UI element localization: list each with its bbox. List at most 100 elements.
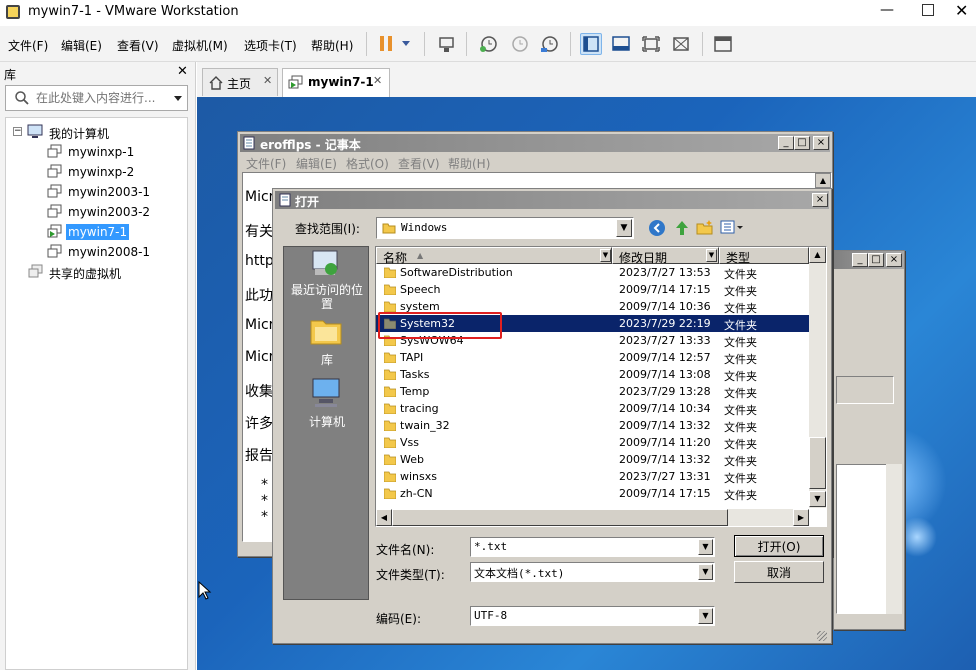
scrollbar-up-button[interactable]: ▲ <box>815 173 831 188</box>
minimize-button[interactable]: _ <box>852 253 868 267</box>
maximize-button[interactable]: □ <box>794 136 810 150</box>
place-label: 库 <box>320 353 333 367</box>
back-icon[interactable] <box>648 219 666 237</box>
chevron-down-icon[interactable] <box>402 41 410 46</box>
vertical-scrollbar[interactable]: ▲ ▼ <box>809 247 826 508</box>
scroll-down-button[interactable]: ▼ <box>809 491 826 507</box>
filetype-combobox[interactable]: 文本文档(*.txt) ▼ <box>470 562 715 582</box>
revert-snapshot-icon[interactable] <box>508 33 530 55</box>
tree-shared-label: 共享的虚拟机 <box>49 267 122 281</box>
tree-vm-item[interactable]: mywinxp-1 <box>6 142 186 162</box>
close-button[interactable]: × <box>812 193 828 207</box>
file-row[interactable]: zh-CN 2009/7/14 17:15 文件夹 <box>376 485 809 502</box>
scrollbar[interactable] <box>886 464 902 614</box>
menu-vm[interactable]: 虚拟机(M) <box>172 37 228 54</box>
notepad-menu-edit[interactable]: 编辑(E) <box>296 155 337 172</box>
menu-help[interactable]: 帮助(H) <box>311 37 353 54</box>
file-row[interactable]: Speech 2009/7/14 17:15 文件夹 <box>376 281 809 298</box>
maximize-button[interactable]: □ <box>868 253 884 267</box>
file-row[interactable]: twain_32 2009/7/14 13:32 文件夹 <box>376 417 809 434</box>
file-type: 文件夹 <box>724 404 757 417</box>
minimize-button[interactable]: — <box>876 2 898 22</box>
chevron-down-icon[interactable]: ▼ <box>616 219 632 237</box>
chevron-down-icon[interactable] <box>174 96 182 101</box>
file-row[interactable]: winsxs 2023/7/27 13:31 文件夹 <box>376 468 809 485</box>
tab-close-icon[interactable]: ✕ <box>263 74 272 87</box>
notepad-menu-file[interactable]: 文件(F) <box>246 155 286 172</box>
tree-root-my-computer[interactable]: − 我的计算机 <box>6 122 186 142</box>
tab-mywin7-1[interactable]: mywin7-1 ✕ <box>282 68 390 98</box>
tree-vm-item[interactable]: mywinxp-2 <box>6 162 186 182</box>
scroll-thumb[interactable] <box>809 437 826 489</box>
thumbnail-bar-icon[interactable] <box>610 33 632 55</box>
scroll-thumb[interactable] <box>392 509 728 526</box>
show-library-icon[interactable] <box>580 33 602 55</box>
full-screen-icon[interactable] <box>640 33 662 55</box>
view-menu-icon[interactable] <box>720 219 744 237</box>
notepad-menu-help[interactable]: 帮助(H) <box>448 155 490 172</box>
notepad-menu-view[interactable]: 查看(V) <box>398 155 440 172</box>
library-search-box[interactable] <box>5 85 188 111</box>
resize-grip-icon[interactable] <box>817 631 827 641</box>
close-button[interactable]: × <box>886 253 902 267</box>
column-dropdown[interactable]: ▼ <box>600 249 611 262</box>
place-libraries[interactable]: 库 <box>284 315 370 371</box>
column-header-name[interactable]: 名称 ▲ ▼ <box>376 247 612 265</box>
close-button[interactable]: × <box>813 136 829 150</box>
tree-shared-vms[interactable]: 共享的虚拟机 <box>6 262 186 282</box>
file-row[interactable]: tracing 2009/7/14 10:34 文件夹 <box>376 400 809 417</box>
look-in-dropdown[interactable]: Windows ▼ <box>376 217 634 239</box>
chevron-down-icon[interactable]: ▼ <box>698 539 713 555</box>
file-row[interactable]: Temp 2023/7/29 13:28 文件夹 <box>376 383 809 400</box>
place-computer[interactable]: 计算机 <box>284 377 370 433</box>
library-close-icon[interactable]: ✕ <box>177 64 188 79</box>
cancel-button[interactable]: 取消 <box>734 561 824 583</box>
send-keys-icon[interactable] <box>436 33 458 55</box>
library-search-input[interactable] <box>36 89 166 107</box>
place-label: 计算机 <box>308 415 345 429</box>
column-header-date[interactable]: 修改日期 ▼ <box>612 247 719 265</box>
open-button[interactable]: 打开(O) <box>734 535 824 557</box>
pause-icon[interactable] <box>376 33 398 55</box>
collapse-icon[interactable]: − <box>13 127 22 136</box>
tree-vm-item[interactable]: mywin2008-1 <box>6 242 186 262</box>
snapshot-manager-icon[interactable] <box>538 33 560 55</box>
column-header-type[interactable]: 类型 <box>719 247 809 265</box>
scroll-up-button[interactable]: ▲ <box>809 247 826 263</box>
file-row[interactable]: TAPI 2009/7/14 12:57 文件夹 <box>376 349 809 366</box>
menu-edit[interactable]: 编辑(E) <box>61 37 102 54</box>
tree-vm-item[interactable]: mywin2003-1 <box>6 182 186 202</box>
column-dropdown[interactable]: ▼ <box>706 249 717 262</box>
tree-vm-item-selected[interactable]: mywin7-1 <box>6 222 186 242</box>
tab-close-icon[interactable]: ✕ <box>373 74 382 87</box>
horizontal-scrollbar[interactable]: ◀ ▶ <box>376 509 809 526</box>
scroll-right-button[interactable]: ▶ <box>793 509 809 526</box>
tree-vm-item[interactable]: mywin2003-2 <box>6 202 186 222</box>
chevron-down-icon[interactable]: ▼ <box>698 564 713 580</box>
menu-view[interactable]: 查看(V) <box>117 37 159 54</box>
scroll-left-button[interactable]: ◀ <box>376 509 392 526</box>
menu-file[interactable]: 文件(F) <box>8 37 48 54</box>
tab-home[interactable]: 主页 ✕ <box>202 68 278 96</box>
up-folder-icon[interactable] <box>673 219 691 237</box>
file-row[interactable]: SoftwareDistribution 2023/7/27 13:53 文件夹 <box>376 264 809 281</box>
file-type: 文件夹 <box>724 421 757 434</box>
place-recent[interactable]: 最近访问的位置 <box>284 249 370 311</box>
maximize-button[interactable] <box>922 4 934 16</box>
snapshot-icon[interactable] <box>477 33 499 55</box>
new-folder-icon[interactable] <box>696 219 714 237</box>
file-row[interactable]: Web 2009/7/14 13:32 文件夹 <box>376 451 809 468</box>
console-view-icon[interactable] <box>712 33 734 55</box>
unity-icon[interactable] <box>670 33 692 55</box>
encoding-combobox[interactable]: UTF-8 ▼ <box>470 606 715 626</box>
vm-desktop[interactable]: _ □ × erofflps - 记事本 _ □ × 文件(F) 编辑(E) 格… <box>197 97 976 670</box>
file-row[interactable]: Vss 2009/7/14 11:20 文件夹 <box>376 434 809 451</box>
menu-tabs[interactable]: 选项卡(T) <box>244 37 297 54</box>
tree-vm-label: mywin2003-1 <box>68 185 151 199</box>
notepad-menu-format[interactable]: 格式(O) <box>346 155 389 172</box>
filename-combobox[interactable]: *.txt ▼ <box>470 537 715 557</box>
chevron-down-icon[interactable]: ▼ <box>698 608 713 624</box>
close-button[interactable]: ✕ <box>955 1 968 20</box>
file-row[interactable]: Tasks 2009/7/14 13:08 文件夹 <box>376 366 809 383</box>
minimize-button[interactable]: _ <box>778 136 794 150</box>
